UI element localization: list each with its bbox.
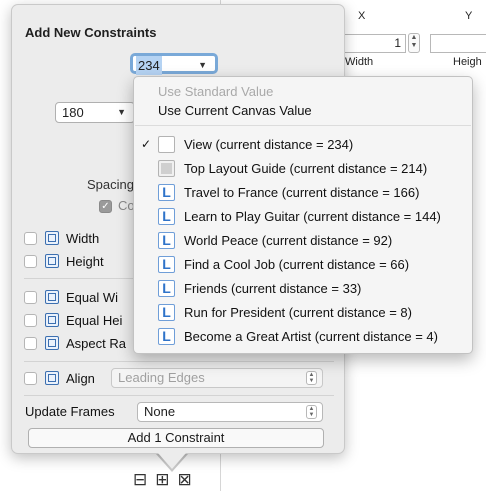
menu-item-world-peace[interactable]: World Peace (current distance = 92) [184, 233, 392, 248]
separator [24, 395, 334, 396]
label-icon: L [158, 304, 175, 321]
equal-widths-checkbox[interactable] [24, 291, 37, 304]
layout-guide-icon [158, 160, 175, 177]
popover-title: Add New Constraints [25, 25, 157, 40]
height-constraint-icon [45, 254, 59, 268]
y-value-field[interactable] [430, 34, 486, 53]
label-icon: L [158, 232, 175, 249]
popover-arrow [158, 453, 186, 469]
chevron-down-icon: ▼ [198, 60, 207, 70]
spacing-dropdown-menu: Use Standard Value Use Current Canvas Va… [133, 76, 473, 354]
update-frames-value: None [144, 404, 176, 419]
equal-heights-label: Equal Hei [66, 313, 123, 328]
add-constraint-button[interactable]: Add 1 Constraint [28, 428, 324, 448]
align-checkbox[interactable] [24, 372, 37, 385]
top-spacing-field[interactable]: 234 ▼ [130, 53, 218, 75]
top-spacing-value: 234 [136, 56, 162, 75]
equal-widths-icon [45, 290, 59, 304]
update-frames-popup[interactable]: None ▲ ▼ [137, 402, 323, 422]
menu-item-view[interactable]: View (current distance = 234) [184, 137, 353, 152]
aspect-ratio-checkbox[interactable] [24, 337, 37, 350]
menu-separator [135, 125, 471, 126]
label-icon: L [158, 280, 175, 297]
menu-item-use-current-canvas-value[interactable]: Use Current Canvas Value [158, 103, 312, 118]
menu-item-run-for-president[interactable]: Run for President (current distance = 8) [184, 305, 412, 320]
equal-heights-icon [45, 313, 59, 327]
aspect-ratio-icon [45, 336, 59, 350]
update-frames-label: Update Frames [25, 404, 115, 419]
popup-arrows-icon: ▲ ▼ [306, 371, 317, 385]
width-caption: Width [345, 56, 374, 68]
view-icon [158, 136, 175, 153]
y-column-label: Y [465, 10, 473, 22]
checkmark-icon: ✓ [141, 137, 152, 151]
menu-item-use-standard-value: Use Standard Value [158, 84, 274, 99]
popup-arrows-icon: ▲ ▼ [306, 405, 317, 419]
menu-item-travel-to-france[interactable]: Travel to France (current distance = 166… [184, 185, 419, 200]
menu-item-find-a-cool-job[interactable]: Find a Cool Job (current distance = 66) [184, 257, 409, 272]
align-label: Align [66, 371, 95, 386]
height-caption: Heigh [453, 56, 482, 68]
resolve-toolbar-icon[interactable]: ⊠ [178, 470, 200, 489]
menu-item-friends[interactable]: Friends (current distance = 33) [184, 281, 361, 296]
equal-heights-checkbox[interactable] [24, 314, 37, 327]
width-constraint-icon [45, 231, 59, 245]
height-checkbox[interactable] [24, 255, 37, 268]
x-column-label: X [358, 10, 366, 22]
chevron-down-icon: ▼ [117, 107, 126, 117]
constrain-margins-checkbox[interactable]: ✓ [99, 200, 112, 213]
width-checkbox[interactable] [24, 232, 37, 245]
menu-item-top-layout-guide[interactable]: Top Layout Guide (current distance = 214… [184, 161, 427, 176]
x-value-field[interactable]: 1 [340, 34, 406, 53]
aspect-ratio-label: Aspect Ra [66, 336, 126, 351]
spacing-label: Spacing [87, 177, 134, 192]
align-icon [45, 371, 59, 385]
menu-item-learn-to-play-guitar[interactable]: Learn to Play Guitar (current distance =… [184, 209, 441, 224]
left-spacing-field[interactable]: 180 ▼ [55, 102, 135, 123]
label-icon: L [158, 328, 175, 345]
align-toolbar-icon[interactable]: ⊟ [133, 470, 155, 489]
layout-toolbar: ⊟⊞⊠ [133, 470, 200, 490]
pin-toolbar-icon[interactable]: ⊞ [155, 470, 177, 489]
left-spacing-value: 180 [62, 105, 84, 120]
height-label: Height [66, 254, 104, 269]
equal-widths-label: Equal Wi [66, 290, 119, 305]
x-stepper[interactable]: ▲ ▼ [408, 33, 420, 53]
width-label: Width [66, 231, 100, 246]
separator [24, 361, 334, 362]
label-icon: L [158, 256, 175, 273]
align-value: Leading Edges [118, 370, 205, 385]
label-icon: L [158, 208, 175, 225]
menu-item-become-a-great-artist[interactable]: Become a Great Artist (current distance … [184, 329, 438, 344]
align-popup[interactable]: Leading Edges ▲ ▼ [111, 368, 323, 388]
label-icon: L [158, 184, 175, 201]
